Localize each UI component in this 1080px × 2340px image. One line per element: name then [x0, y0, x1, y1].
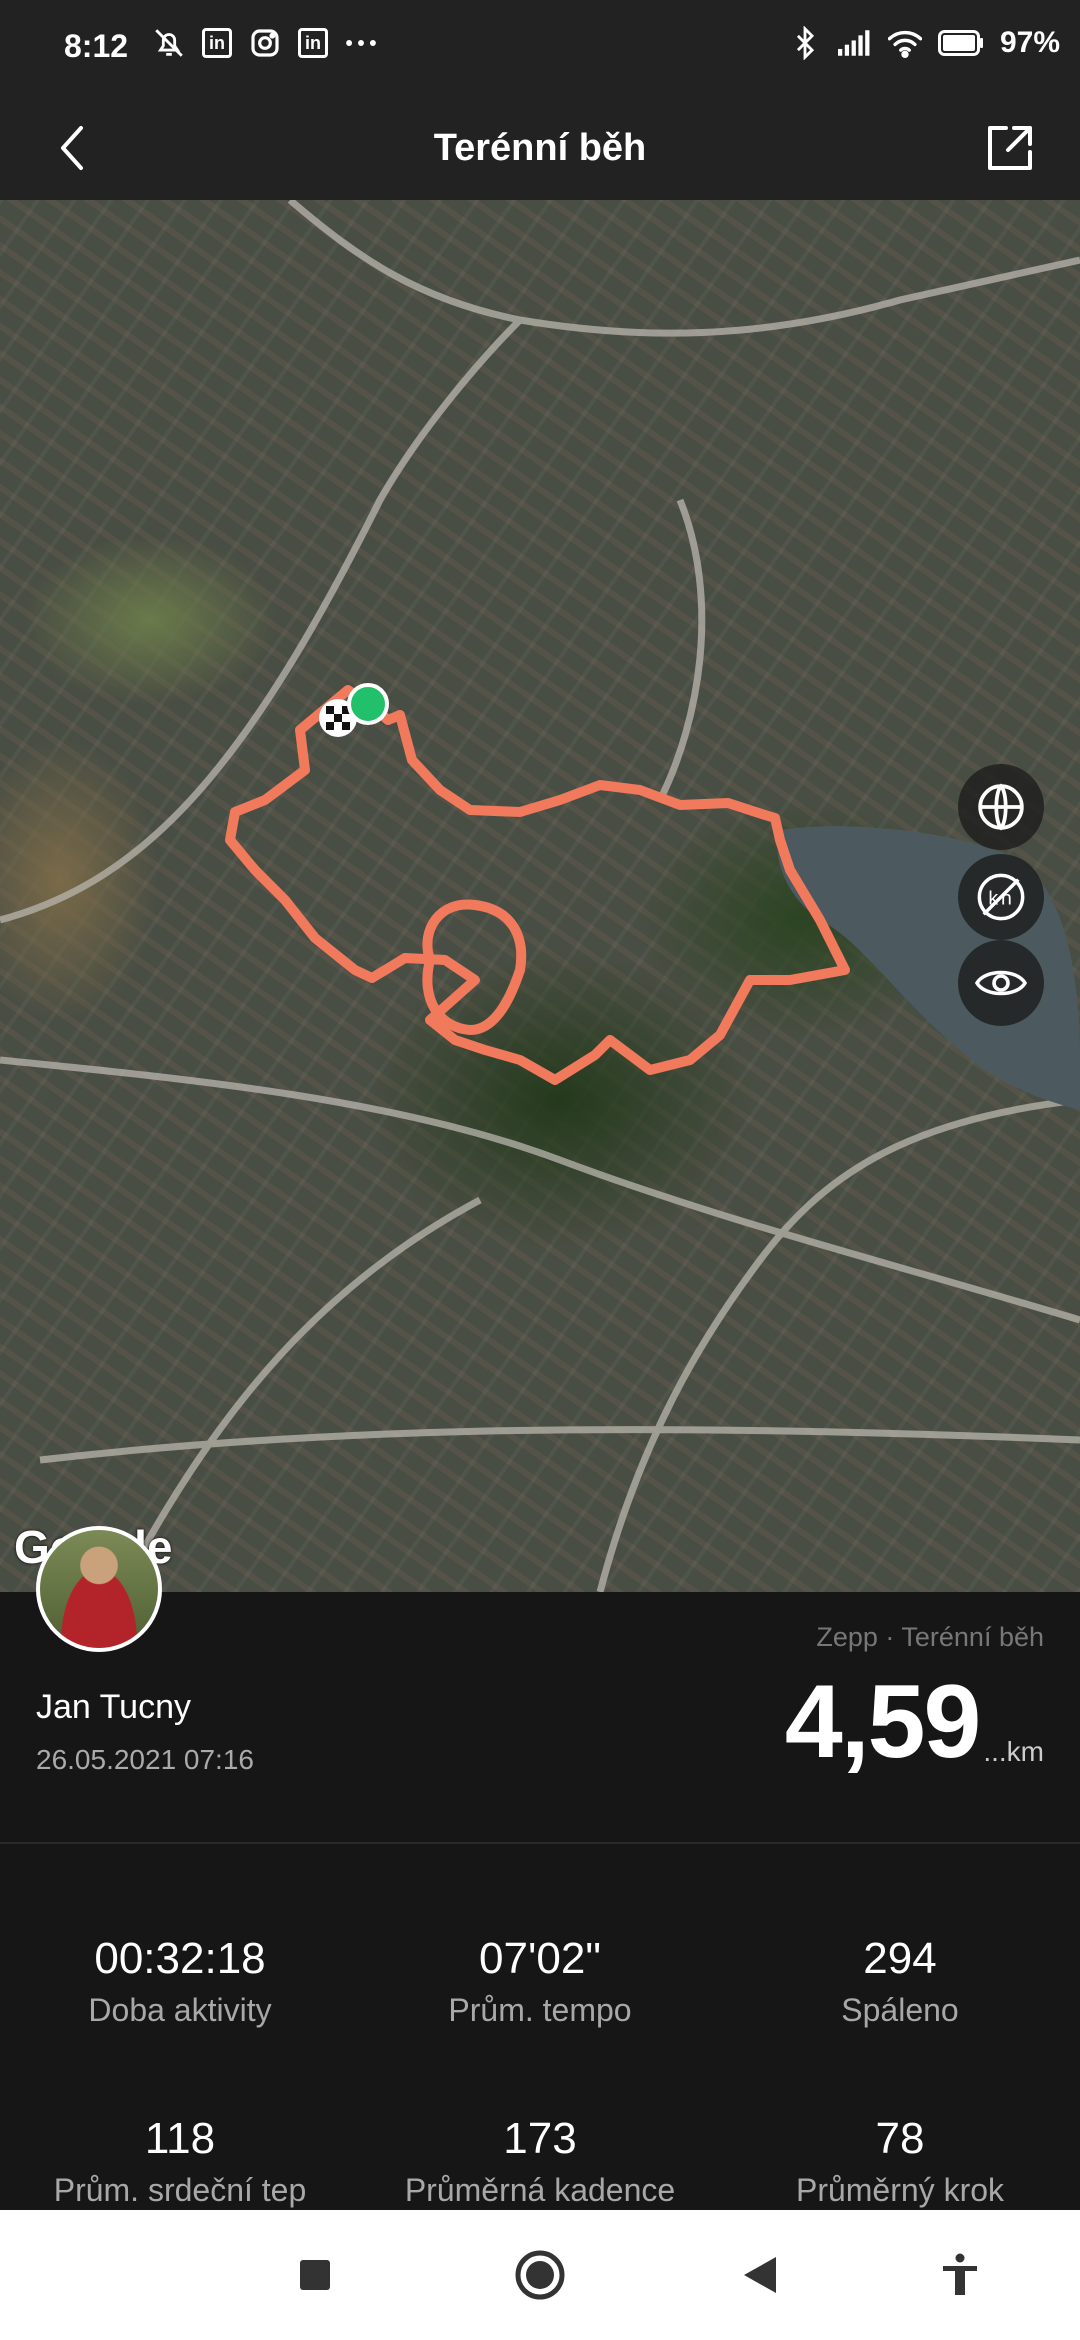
battery-icon: [937, 26, 984, 60]
wifi-icon: [887, 26, 922, 60]
map-overlay: [0, 200, 1080, 1592]
stat-duration: 00:32:18 Doba aktivity: [0, 1934, 360, 2029]
stat-avg-pace: 07'02" Prům. tempo: [360, 1934, 720, 2029]
globe-icon: [978, 783, 1024, 831]
stat-value: 173: [503, 2114, 577, 2163]
notifications-off-icon: [152, 26, 186, 60]
bluetooth-icon: [788, 26, 822, 60]
stat-label: Prům. tempo: [448, 1992, 632, 2028]
share-button[interactable]: [976, 114, 1044, 182]
battery-percent: 97%: [999, 26, 1060, 59]
linkedin-icon: in: [200, 26, 234, 60]
stat-avg-cadence: 173 Průměrná kadence: [360, 2114, 720, 2209]
chevron-left-icon: [61, 126, 83, 170]
back-nav-button[interactable]: [725, 2240, 795, 2310]
km-markers-button[interactable]: kn: [958, 854, 1044, 940]
avatar[interactable]: [36, 1526, 162, 1652]
more-icon: [344, 26, 378, 60]
stat-label: Průměrná kadence: [404, 2172, 676, 2208]
stat-calories: 294 Spáleno: [720, 1934, 1080, 2029]
stat-label: Průměrný krok: [795, 2172, 1005, 2208]
stat-avg-stride: 78 Průměrný krok: [720, 2114, 1080, 2209]
stat-label: Prům. srdeční tep: [53, 2172, 307, 2208]
stat-label: Doba aktivity: [88, 1992, 272, 2028]
map-type-button[interactable]: [958, 764, 1044, 850]
distance-value: 4,59: [784, 1664, 981, 1780]
recents-button[interactable]: [280, 2240, 350, 2310]
instagram-icon: [248, 26, 282, 60]
header: Terénní běh: [0, 96, 1080, 200]
user-name: Jan Tucny: [36, 1688, 191, 1726]
accessibility-icon: [943, 2253, 977, 2295]
signal-icon: [837, 26, 872, 60]
view-toggle-button[interactable]: [958, 940, 1044, 1026]
stat-value: 07'02": [479, 1934, 601, 1983]
stat-value: 294: [863, 1934, 937, 1983]
linkedin-icon: in: [296, 26, 330, 60]
status-icons-right: 97%: [788, 26, 1060, 60]
status-bar: 8:12 in in 97%: [0, 0, 1080, 96]
back-triangle-icon: [744, 2257, 776, 2293]
page-title: Terénní běh: [433, 126, 647, 169]
recents-square-icon: [300, 2260, 330, 2290]
activity-date: 26.05.2021 07:16: [36, 1744, 254, 1775]
home-circle-icon: [515, 2250, 565, 2300]
home-button[interactable]: [505, 2240, 575, 2310]
stat-value: 00:32:18: [94, 1934, 266, 1983]
stats-grid: 00:32:18 Doba aktivity 07'02" Prům. temp…: [0, 1844, 1080, 2210]
status-time: 8:12: [64, 28, 129, 64]
stat-label: Spáleno: [841, 1992, 959, 2028]
system-nav-bar: [0, 2210, 1080, 2340]
distance-unit: ...km: [983, 1736, 1044, 1767]
eye-icon: [975, 970, 1027, 996]
share-external-icon: [988, 126, 1032, 170]
source-label: Zepp · Terénní běh: [816, 1622, 1044, 1652]
status-icons-left: in in: [152, 26, 378, 60]
stat-avg-heart-rate: 118 Prům. srdeční tep: [0, 2114, 360, 2209]
activity-summary: Jan Tucny 26.05.2021 07:16 Zepp · Terénn…: [0, 1526, 1080, 1842]
accessibility-button[interactable]: [925, 2240, 995, 2310]
back-button[interactable]: [40, 116, 104, 180]
stat-value: 118: [144, 2114, 216, 2163]
distance: 4,59 ...km: [785, 1670, 1044, 1774]
stat-value: 78: [875, 2114, 925, 2163]
km-markers-off-icon: kn: [977, 873, 1025, 921]
route-map[interactable]: kn Google: [0, 200, 1080, 1592]
